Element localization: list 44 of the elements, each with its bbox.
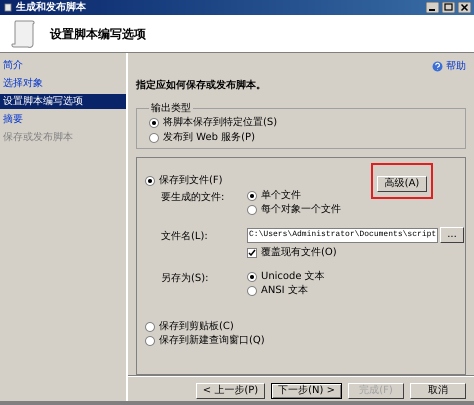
sidebar-item[interactable]: 摘要: [0, 112, 126, 127]
filename-field[interactable]: C:\Users\Administrator\Documents\script: [247, 228, 438, 242]
sidebar-item[interactable]: 设置脚本编写选项: [0, 94, 126, 109]
option-label: Unicode 文本: [261, 272, 325, 282]
option-label: 保存到剪贴板(C): [159, 322, 234, 332]
wizard-button[interactable]: 下一步(N) >: [271, 382, 342, 398]
option-label: 每个对象一个文件: [261, 205, 341, 215]
help-link[interactable]: 帮助: [446, 59, 466, 74]
wizard-button[interactable]: ...: [440, 227, 464, 243]
option-label: ANSI 文本: [261, 286, 308, 296]
scroll-icon: [3, 2, 13, 12]
radio-button[interactable]: [145, 322, 155, 332]
wizard-button[interactable]: 取消: [410, 382, 466, 398]
option-label: 单个文件: [261, 191, 301, 201]
page-title: 设置脚本编写选项: [50, 26, 146, 42]
sidebar-item[interactable]: 简介: [0, 58, 126, 73]
radio-button[interactable]: [149, 133, 159, 143]
wizard-button[interactable]: < 上一步(P): [196, 382, 266, 398]
option-label: 保存到新建查询窗口(Q): [159, 336, 265, 346]
window-title: 生成和发布脚本: [16, 2, 87, 12]
minimize-button[interactable]: [426, 2, 439, 13]
help-icon[interactable]: [432, 61, 443, 72]
radio-button[interactable]: [247, 205, 257, 215]
radio-button[interactable]: [145, 176, 155, 186]
option-label: 保存到文件(F): [159, 176, 223, 186]
radio-button[interactable]: [247, 191, 257, 201]
sidebar-item[interactable]: 选择对象: [0, 76, 126, 91]
field-label: 要生成的文件:: [161, 190, 226, 205]
wizard-button[interactable]: 高级(A): [377, 176, 427, 192]
maximize-button[interactable]: [442, 2, 455, 13]
option-label: 将脚本保存到特定位置(S): [163, 118, 278, 128]
scroll-icon: [10, 18, 36, 48]
radio-button[interactable]: [247, 272, 257, 282]
close-button[interactable]: [458, 2, 471, 13]
checkbox-label: 覆盖现有文件(O): [261, 246, 337, 260]
radio-button[interactable]: [247, 286, 257, 296]
radio-button[interactable]: [149, 118, 159, 128]
field-label: 文件名(L):: [161, 230, 209, 244]
field-label: 另存为(S):: [161, 272, 210, 286]
group-legend: 输出类型: [149, 101, 193, 116]
instruction-text: 指定应如何保存或发布脚本。: [136, 78, 267, 93]
option-label: 发布到 Web 服务(P): [163, 133, 255, 143]
checkbox[interactable]: [247, 248, 257, 258]
radio-button[interactable]: [145, 336, 155, 346]
